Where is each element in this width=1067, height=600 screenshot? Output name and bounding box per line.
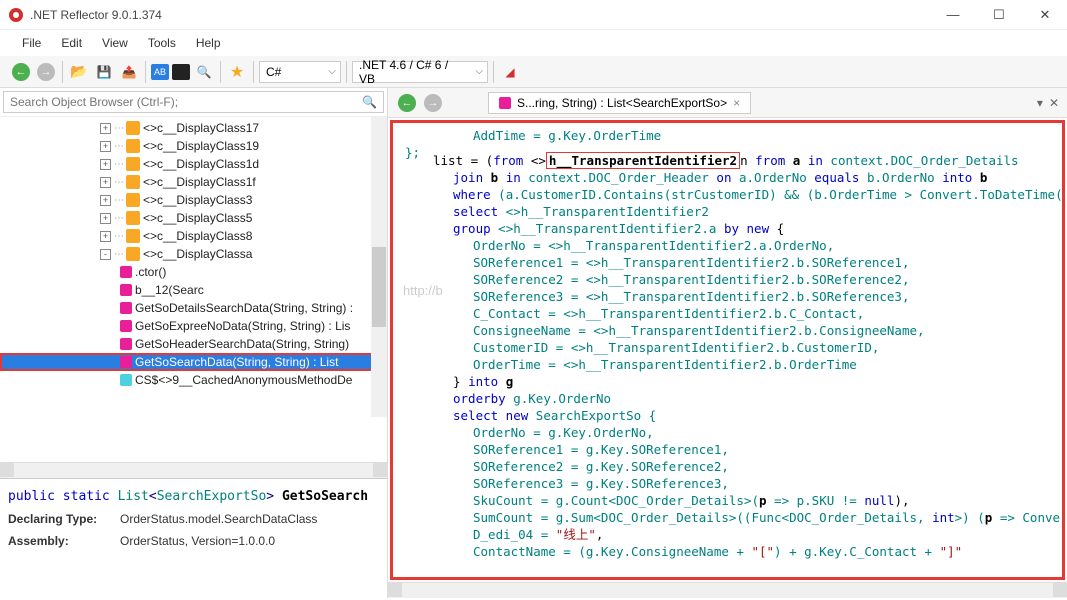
assembly-value: OrderStatus, Version=1.0.0.0 [120,534,275,548]
window-title: .NET Reflector 9.0.1.374 [30,8,939,22]
language-combo[interactable]: C# [259,61,341,83]
tree-item[interactable]: +⋯<>c__DisplayClass3 [0,191,387,209]
forward-button[interactable]: → [35,61,57,83]
sig-type: List [118,489,149,504]
menu-help[interactable]: Help [196,36,221,50]
search-icon[interactable]: 🔍 [193,61,215,83]
export-icon[interactable]: 📤 [118,61,140,83]
tree-item[interactable]: .ctor() [0,263,387,281]
close-button[interactable]: ✕ [1031,7,1059,23]
minimize-button[interactable]: — [939,7,967,23]
menubar: File Edit View Tools Help [0,30,1067,56]
code-hscroll[interactable] [388,582,1067,598]
declaring-type-label: Declaring Type: [8,512,120,526]
tree-item[interactable]: b__12(Searc [0,281,387,299]
assembly-list-icon[interactable]: AB [151,64,169,80]
menu-tools[interactable]: Tools [148,36,176,50]
bookmark-icon[interactable]: ★ [226,61,248,83]
tree-item[interactable]: GetSoExpreeNoData(String, String) : Lis [0,317,387,335]
analyze-icon[interactable] [172,64,190,80]
open-icon[interactable]: 📂 [68,61,90,83]
dropdown-icon[interactable]: ▾ [1037,96,1043,110]
method-icon [499,97,511,109]
titlebar: .NET Reflector 9.0.1.374 — ☐ ✕ [0,0,1067,30]
sig-modifier: public static [8,489,110,504]
code-back-button[interactable]: ← [396,92,418,114]
sig-name: GetSoSearch [282,489,368,504]
maximize-button[interactable]: ☐ [985,7,1013,23]
tab-close-icon[interactable]: × [733,96,740,110]
tree-item[interactable]: +⋯<>c__DisplayClass8 [0,227,387,245]
search-input-wrap[interactable]: 🔍 [3,91,384,113]
tree-item[interactable]: +⋯<>c__DisplayClass17 [0,119,387,137]
tree-item[interactable]: CS$<>9__CachedAnonymousMethodDe [0,371,387,389]
app-icon [8,7,24,23]
declaring-type-value: OrderStatus.model.SearchDataClass [120,512,317,526]
detail-pane: public static List<SearchExportSo> GetSo… [0,478,387,598]
watermark: http://b [403,283,443,298]
tree-item[interactable]: +⋯<>c__DisplayClass19 [0,137,387,155]
tree-hscroll[interactable] [0,462,387,478]
framework-combo[interactable]: .NET 4.6 / C# 6 / VB [352,61,488,83]
search-input[interactable] [10,95,362,109]
tree-item[interactable]: +⋯<>c__DisplayClass1f [0,173,387,191]
tree-item[interactable]: GetSoSearchData(String, String) : List [0,353,387,371]
back-button[interactable]: ← [10,61,32,83]
menu-view[interactable]: View [102,36,128,50]
options-icon[interactable]: ◢ [499,61,521,83]
tree-item[interactable]: +⋯<>c__DisplayClass1d [0,155,387,173]
assembly-label: Assembly: [8,534,120,548]
menu-file[interactable]: File [22,36,41,50]
code-forward-button[interactable]: → [422,92,444,114]
tree-item[interactable]: -⋯<>c__DisplayClassa [0,245,387,263]
toolbar: ← → 📂 💾 📤 AB 🔍 ★ C# .NET 4.6 / C# 6 / VB… [0,56,1067,88]
code-view[interactable]: AddTime = g.Key.OrderTime }; list = (fro… [393,123,1062,564]
save-icon[interactable]: 💾 [93,61,115,83]
search-icon: 🔍 [362,95,377,109]
tree-item[interactable]: GetSoDetailsSearchData(String, String) : [0,299,387,317]
pane-close-icon[interactable]: ✕ [1049,96,1059,110]
tree-item[interactable]: GetSoHeaderSearchData(String, String) [0,335,387,353]
menu-edit[interactable]: Edit [61,36,82,50]
code-tab[interactable]: S...ring, String) : List<SearchExportSo>… [488,92,751,114]
tree-vscroll[interactable] [371,117,387,417]
tree-item[interactable]: +⋯<>c__DisplayClass5 [0,209,387,227]
code-nav: ← → S...ring, String) : List<SearchExpor… [388,88,1067,118]
object-tree[interactable]: +⋯<>c__DisplayClass17+⋯<>c__DisplayClass… [0,117,387,417]
